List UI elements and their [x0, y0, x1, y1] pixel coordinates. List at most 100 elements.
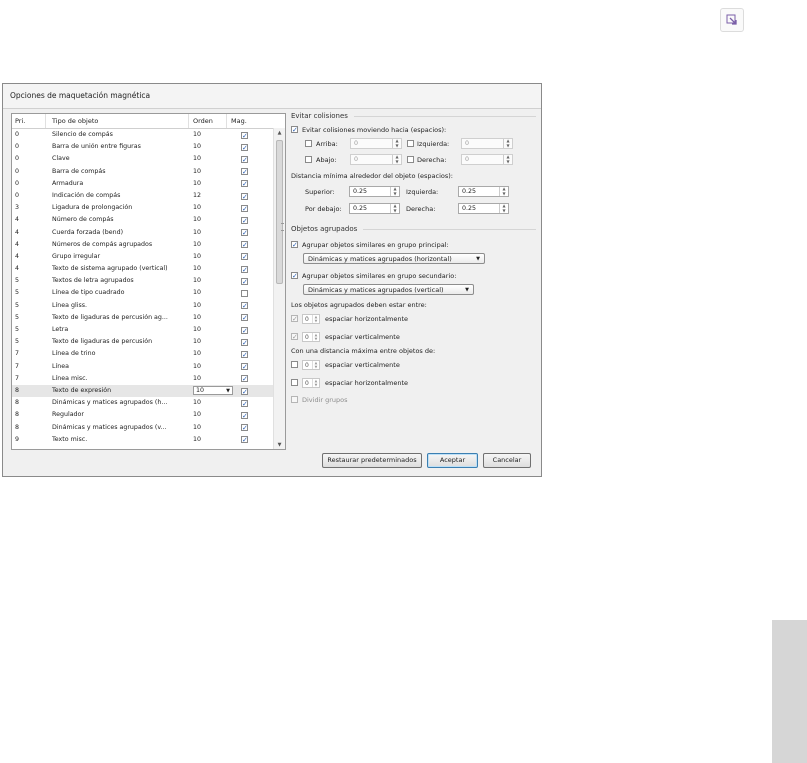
- avoid-collisions-checkbox[interactable]: ✓: [291, 126, 298, 133]
- arriba-checkbox[interactable]: [305, 140, 312, 147]
- magnetic-checkbox[interactable]: ✓: [241, 168, 248, 176]
- column-header-order[interactable]: Orden: [189, 114, 227, 128]
- between-vertical-spinner[interactable]: 0 ▲ ▼: [302, 331, 320, 342]
- magnetic-checkbox[interactable]: ✓: [241, 277, 248, 285]
- magnetic-checkbox[interactable]: ✓: [241, 265, 248, 273]
- list-item[interactable]: 8 Dinámicas y matices agrupados (h... 10 ✓: [12, 397, 274, 409]
- primary-group-option[interactable]: ✓ Agrupar objetos similares en grupo pri…: [291, 239, 536, 250]
- abajo-spinner[interactable]: 0 ▲ ▼: [350, 154, 402, 165]
- superior-spinner[interactable]: 0.25 ▲ ▼: [349, 186, 400, 197]
- list-item[interactable]: 5 Texto de ligaduras de percusión ag... 10…: [12, 312, 274, 324]
- secondary-group-select[interactable]: Dinámicas y matices agrupados (vertical)…: [303, 284, 474, 295]
- magnetic-checkbox[interactable]: ✓: [241, 131, 248, 139]
- column-header-magnetic[interactable]: Mag.: [227, 114, 267, 128]
- scroll-thumb[interactable]: [276, 140, 284, 284]
- accept-button[interactable]: Aceptar: [427, 453, 478, 468]
- list-item[interactable]: 9 Texto misc. 10 ✓: [12, 434, 274, 446]
- primary-group-select[interactable]: Dinámicas y matices agrupados (horizonta…: [303, 253, 485, 264]
- magnetic-checkbox[interactable]: ✓: [241, 253, 248, 261]
- list-item[interactable]: 5 Textos de letra agrupados 10 ✓: [12, 275, 274, 287]
- izquierda-distance-spinner[interactable]: 0.25 ▲ ▼: [458, 186, 509, 197]
- list-scrollbar[interactable]: ▲ ▼: [273, 128, 285, 449]
- primary-group-checkbox[interactable]: ✓: [291, 241, 298, 248]
- max-horizontal-spinner[interactable]: 0 ▲ ▼: [302, 377, 320, 388]
- magnetic-checkbox[interactable]: ✓: [241, 424, 248, 432]
- magnetic-checkbox[interactable]: ✓: [241, 216, 248, 224]
- list-item[interactable]: 8 Regulador 10 ✓: [12, 409, 274, 421]
- list-item[interactable]: 4 Número de compás 10 ✓: [12, 214, 274, 226]
- abajo-checkbox[interactable]: [305, 156, 312, 163]
- between-vertical-checkbox[interactable]: ✓: [291, 333, 298, 340]
- max-vertical-checkbox[interactable]: [291, 361, 298, 368]
- magnetic-checkbox[interactable]: ✓: [241, 326, 248, 334]
- list-item[interactable]: 5 Letra 10 ✓: [12, 324, 274, 336]
- magnetic-checkbox[interactable]: [241, 290, 248, 298]
- list-item[interactable]: 0 Armadura 10 ✓: [12, 178, 274, 190]
- between-vertical-option[interactable]: ✓ 0 ▲ ▼ espaciar verticalmente: [291, 331, 536, 342]
- magnetic-checkbox[interactable]: ✓: [241, 375, 248, 383]
- object-type-list[interactable]: Pri. ^ Tipo de objeto Orden Mag. 0 Silenc…: [11, 113, 286, 450]
- between-horizontal-checkbox[interactable]: ✓: [291, 315, 298, 322]
- magnetic-checkbox[interactable]: ✓: [241, 314, 248, 322]
- scroll-down-icon[interactable]: ▼: [274, 440, 285, 449]
- cancel-button[interactable]: Cancelar: [483, 453, 531, 468]
- list-item[interactable]: 7 Línea de trino 10 ✓: [12, 348, 274, 360]
- magnetic-checkbox[interactable]: ✓: [241, 338, 248, 346]
- max-horizontal-option[interactable]: 0 ▲ ▼ espaciar horizontalmente: [291, 377, 536, 388]
- column-header-type[interactable]: Tipo de objeto: [46, 114, 189, 128]
- list-item[interactable]: 5 Línea de tipo cuadrado 10: [12, 287, 274, 299]
- magnetic-checkbox[interactable]: ✓: [241, 143, 248, 151]
- max-vertical-spinner[interactable]: 0 ▲ ▼: [302, 359, 320, 370]
- magnetic-checkbox[interactable]: ✓: [241, 155, 248, 163]
- external-link-icon[interactable]: [720, 8, 744, 32]
- derecha-spinner[interactable]: 0 ▲ ▼: [461, 154, 513, 165]
- magnetic-checkbox[interactable]: ✓: [241, 302, 248, 310]
- magnetic-checkbox[interactable]: ✓: [241, 241, 248, 249]
- list-item[interactable]: 0 Barra de compás 10 ✓: [12, 166, 274, 178]
- list-item[interactable]: 0 Indicación de compás 12 ✓: [12, 190, 274, 202]
- between-horizontal-spinner[interactable]: 0 ▲ ▼: [302, 313, 320, 324]
- magnetic-checkbox[interactable]: ✓: [241, 229, 248, 237]
- secondary-group-checkbox[interactable]: ✓: [291, 272, 298, 279]
- list-item[interactable]: 7 Línea misc. 10 ✓: [12, 373, 274, 385]
- between-horizontal-option[interactable]: ✓ 0 ▲ ▼ espaciar horizontalmente: [291, 313, 536, 324]
- magnetic-checkbox[interactable]: ✓: [241, 350, 248, 358]
- order-cell[interactable]: 10 ▼: [189, 385, 233, 397]
- list-item[interactable]: 3 Ligadura de prolongación 10 ✓: [12, 202, 274, 214]
- column-header-priority[interactable]: Pri. ^: [12, 114, 46, 128]
- magnetic-checkbox[interactable]: ✓: [241, 399, 248, 407]
- max-vertical-option[interactable]: 0 ▲ ▼ espaciar verticalmente: [291, 359, 536, 370]
- secondary-group-option[interactable]: ✓ Agrupar objetos similares en grupo sec…: [291, 270, 536, 281]
- derecha-checkbox[interactable]: [407, 156, 414, 163]
- list-item[interactable]: 4 Grupo irregular 10 ✓: [12, 251, 274, 263]
- list-item[interactable]: 4 Números de compás agrupados 10 ✓: [12, 239, 274, 251]
- magnetic-checkbox[interactable]: ✓: [241, 180, 248, 188]
- izquierda-spinner[interactable]: 0 ▲ ▼: [461, 138, 513, 149]
- split-groups-option[interactable]: Dividir grupos: [291, 394, 536, 405]
- list-item[interactable]: 4 Cuerda forzada (bend) 10 ✓: [12, 227, 274, 239]
- magnetic-checkbox[interactable]: ✓: [241, 436, 248, 444]
- scroll-up-icon[interactable]: ▲: [274, 128, 285, 138]
- magnetic-checkbox[interactable]: ✓: [241, 204, 248, 212]
- avoid-collisions-option[interactable]: ✓ Evitar colisiones moviendo hacia (espa…: [291, 124, 536, 135]
- izquierda-checkbox[interactable]: [407, 140, 414, 147]
- magnetic-checkbox[interactable]: ✓: [241, 387, 248, 395]
- magnetic-checkbox[interactable]: ✓: [241, 363, 248, 371]
- list-item[interactable]: 4 Texto de sistema agrupado (vertical) 10 ✓: [12, 263, 274, 275]
- restore-defaults-button[interactable]: Restaurar predeterminados: [322, 453, 422, 468]
- magnetic-checkbox[interactable]: ✓: [241, 192, 248, 200]
- arriba-spinner[interactable]: 0 ▲ ▼: [350, 138, 402, 149]
- derecha-distance-spinner[interactable]: 0.25 ▲ ▼: [458, 203, 509, 214]
- list-item[interactable]: 0 Barra de unión entre figuras 10 ✓: [12, 141, 274, 153]
- list-item[interactable]: 5 Texto de ligaduras de percusión 10 ✓: [12, 336, 274, 348]
- list-item[interactable]: 0 Silencio de compás 10 ✓: [12, 129, 274, 141]
- list-item[interactable]: 8 Texto de expresión 10 ▼ ✓: [12, 384, 274, 398]
- list-item[interactable]: 8 Dinámicas y matices agrupados (v... 10 ✓: [12, 422, 274, 434]
- list-item[interactable]: 0 Clave 10 ✓: [12, 153, 274, 165]
- max-horizontal-checkbox[interactable]: [291, 379, 298, 386]
- magnetic-checkbox[interactable]: ✓: [241, 411, 248, 419]
- list-item[interactable]: 7 Línea 10 ✓: [12, 361, 274, 373]
- split-groups-checkbox[interactable]: [291, 396, 298, 403]
- por-debajo-spinner[interactable]: 0.25 ▲ ▼: [349, 203, 400, 214]
- list-item[interactable]: 5 Línea gliss. 10 ✓: [12, 300, 274, 312]
